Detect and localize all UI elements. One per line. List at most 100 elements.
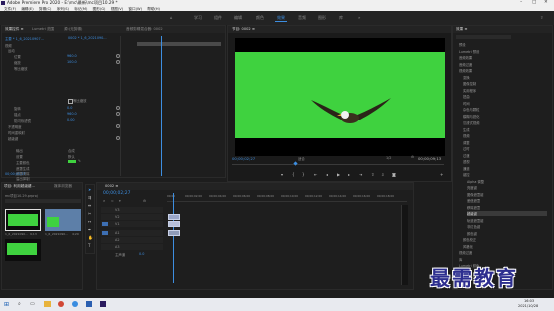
add-marker-icon[interactable]: ▾: [119, 199, 121, 203]
effects-folder[interactable]: 音频过渡: [459, 62, 472, 67]
source-patch-v1[interactable]: [102, 222, 108, 226]
anchor-value[interactable]: 960.0: [67, 112, 77, 116]
key-color-swatch[interactable]: [68, 160, 76, 163]
rotation-value[interactable]: 0.0: [67, 106, 72, 110]
effect-controls-timecode[interactable]: 00;00;02;27: [5, 172, 26, 176]
effects-folder[interactable]: 视频: [463, 133, 470, 138]
export-icon[interactable]: ⇪: [540, 15, 543, 20]
type-tool-icon[interactable]: T: [88, 243, 90, 248]
timeline-timecode[interactable]: 00;00;02;27: [103, 191, 130, 196]
effects-folder[interactable]: Lumetri 预设: [459, 49, 479, 54]
effects-folder[interactable]: 非红色键: [467, 224, 480, 229]
workspace-editing[interactable]: 编辑: [234, 15, 242, 21]
time-ruler[interactable]: 00;00 00;00;02;00 00;00;04;00 00;00;06;0…: [167, 193, 407, 202]
effects-folder[interactable]: 移除遮罩: [467, 205, 480, 210]
premiere-taskbar-icon[interactable]: [100, 301, 106, 307]
section-ultra-key[interactable]: 超级键: [8, 136, 18, 141]
play-icon[interactable]: ▶: [337, 172, 340, 177]
effects-folder[interactable]: 杂色与颗粒: [463, 107, 479, 112]
workspace-graphics[interactable]: 图形: [318, 15, 326, 21]
go-to-out-icon[interactable]: ⇥: [359, 172, 362, 177]
add-button-icon[interactable]: +: [440, 172, 443, 177]
track-header-v3[interactable]: V3: [101, 207, 163, 213]
step-forward-icon[interactable]: ▸: [348, 172, 350, 177]
browser-icon[interactable]: [72, 301, 78, 307]
tab-program[interactable]: 节目: 0002 ≡: [232, 27, 255, 32]
track-header-v2[interactable]: V2: [101, 214, 163, 220]
extract-icon[interactable]: ⇩: [381, 172, 384, 177]
chrome-icon[interactable]: [58, 301, 64, 307]
source-clip-label[interactable]: 主要 * 1_6_20210907...: [5, 36, 44, 41]
effects-folder[interactable]: 沉浸式视频: [463, 120, 479, 125]
go-to-in-icon[interactable]: ⇤: [314, 172, 317, 177]
effects-search-input[interactable]: [456, 35, 511, 39]
effects-folder[interactable]: 库: [459, 257, 462, 262]
master-track-value[interactable]: 0.0: [139, 252, 144, 256]
workspace-audio[interactable]: 音频: [298, 15, 306, 21]
mark-in-icon[interactable]: {: [292, 172, 295, 177]
eyedropper-icon[interactable]: ✎: [78, 159, 81, 163]
effects-folder[interactable]: 键控: [463, 172, 470, 177]
tab-effects-browser[interactable]: 媒体浏览器: [54, 184, 72, 189]
effects-folder[interactable]: 实用程序: [463, 88, 476, 93]
snap-icon[interactable]: ∩: [103, 199, 105, 203]
effects-folder[interactable]: 通道: [463, 166, 470, 171]
track-select-tool-icon[interactable]: ⇶: [88, 195, 91, 200]
workspace-learn[interactable]: 学习: [194, 15, 202, 21]
effects-folder[interactable]: 过渡: [463, 153, 470, 158]
timeline-clip-v2[interactable]: [168, 214, 180, 220]
effects-folder[interactable]: 音频效果: [459, 55, 472, 60]
tab-project[interactable]: 项目: 利用超级键...: [4, 184, 35, 189]
wrench-icon[interactable]: ⚙: [411, 155, 414, 159]
razor-tool-icon[interactable]: ✂: [88, 211, 91, 216]
tab-sequence[interactable]: 0002 ≡: [105, 184, 118, 188]
effects-folder[interactable]: 图像控制: [463, 81, 476, 86]
output-value[interactable]: 合成: [68, 148, 75, 153]
effects-folder[interactable]: 变换: [463, 75, 470, 80]
workspace-color[interactable]: 颜色: [256, 15, 264, 21]
pen-tool-icon[interactable]: ✒: [88, 227, 91, 232]
section-motion[interactable]: 运动: [8, 48, 15, 53]
tab-source[interactable]: 源:(无剪辑): [64, 27, 82, 32]
effects-folder[interactable]: Alpha 调整: [467, 179, 484, 184]
tab-lumetri-scopes[interactable]: Lumetri 范围: [32, 27, 54, 32]
workspace-more-icon[interactable]: »: [358, 15, 360, 20]
section-opacity[interactable]: 不透明度: [8, 124, 22, 129]
position-value[interactable]: 960.0: [67, 54, 77, 58]
effects-folder[interactable]: 风格化: [463, 244, 473, 249]
fit-dropdown[interactable]: 适合: [298, 156, 305, 161]
workspace-assembly[interactable]: 组件: [214, 15, 222, 21]
effects-folder[interactable]: 时间: [463, 101, 470, 106]
timeline-clip-a1[interactable]: [168, 230, 180, 236]
effects-folder[interactable]: 调整: [463, 140, 470, 145]
effects-folder[interactable]: 视频过渡: [459, 250, 472, 255]
program-timecode-current[interactable]: 00;00;02;27: [232, 156, 255, 161]
sequence-clip-label[interactable]: 0002 * 1_6_2021090...: [68, 36, 107, 40]
word-icon[interactable]: [86, 301, 92, 307]
section-time-remap[interactable]: 时间重映射: [8, 130, 25, 135]
project-clip-thumb-3[interactable]: [5, 239, 41, 261]
track-header-a2[interactable]: A2: [101, 237, 163, 243]
search-icon[interactable]: ⌕: [18, 301, 21, 307]
anti-flicker-value[interactable]: 0.00: [67, 118, 75, 122]
tab-audio-mixer[interactable]: 音频剪辑混合器: 0002: [126, 27, 163, 32]
track-header-a1[interactable]: A1: [101, 230, 163, 236]
setting-value[interactable]: 默认: [68, 154, 75, 159]
hand-tool-icon[interactable]: ✋: [88, 235, 93, 240]
effects-folder[interactable]: 颜色键: [467, 231, 477, 236]
program-video-frame[interactable]: [235, 38, 445, 156]
effects-folder[interactable]: 视频效果: [459, 68, 472, 73]
project-clip-thumb-2[interactable]: [45, 209, 81, 231]
linked-selection-icon[interactable]: ⊂: [111, 199, 114, 203]
timeline-clip-v1[interactable]: [168, 221, 180, 227]
tab-effects[interactable]: 效果 ≡: [456, 27, 467, 32]
workspace-libraries[interactable]: 库: [339, 15, 343, 21]
resolution-dropdown[interactable]: 1/2: [386, 156, 391, 160]
effects-folder[interactable]: 生成: [463, 127, 470, 132]
effects-folder[interactable]: 过时: [463, 146, 470, 151]
wrench-icon[interactable]: ⚙: [143, 199, 146, 203]
lift-icon[interactable]: ⇧: [371, 172, 374, 177]
project-clip-thumb-1[interactable]: [5, 209, 41, 231]
track-header-a3[interactable]: A3: [101, 244, 163, 250]
ripple-edit-tool-icon[interactable]: ⇹: [88, 203, 91, 208]
